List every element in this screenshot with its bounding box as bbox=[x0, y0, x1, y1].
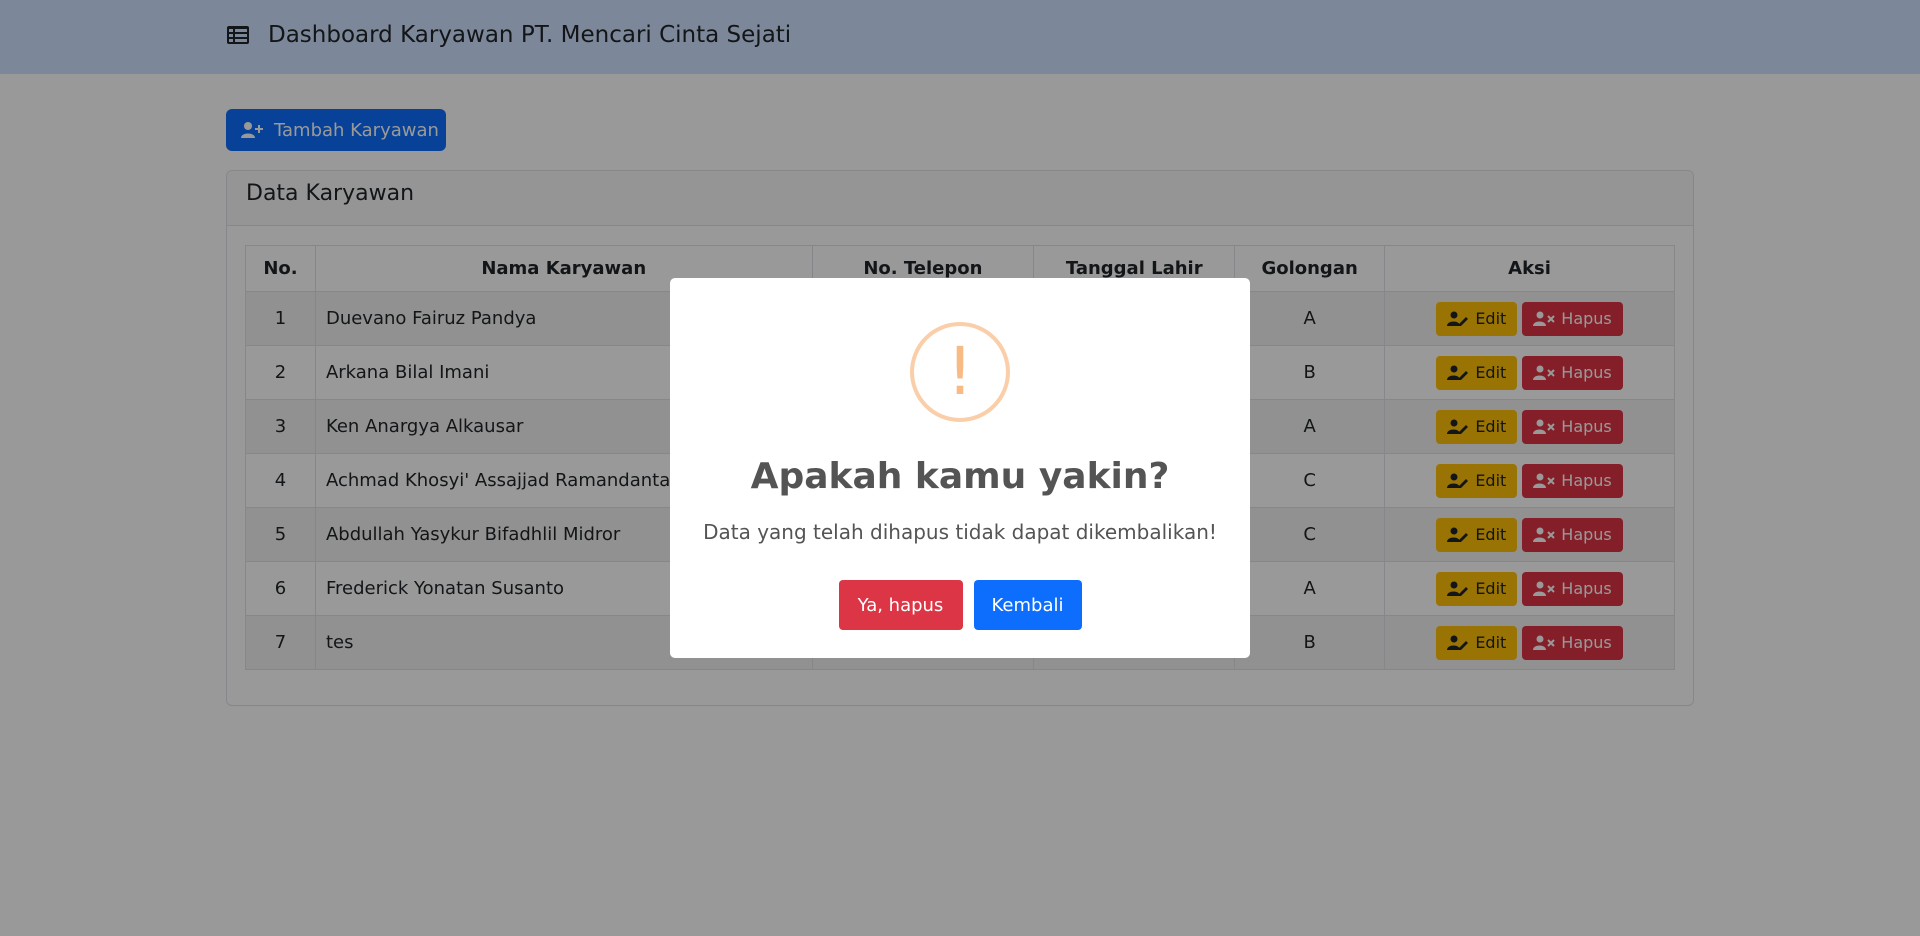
dialog-title: Apakah kamu yakin? bbox=[750, 456, 1170, 497]
confirm-delete-button[interactable]: Ya, hapus bbox=[838, 580, 963, 630]
cancel-button[interactable]: Kembali bbox=[973, 580, 1082, 630]
dialog-actions: Ya, hapus Kembali bbox=[670, 580, 1250, 630]
warning-icon: ! bbox=[910, 322, 1010, 422]
confirm-delete-dialog: ! Apakah kamu yakin? Data yang telah dih… bbox=[670, 278, 1250, 658]
dialog-text: Data yang telah dihapus tidak dapat dike… bbox=[703, 520, 1217, 544]
